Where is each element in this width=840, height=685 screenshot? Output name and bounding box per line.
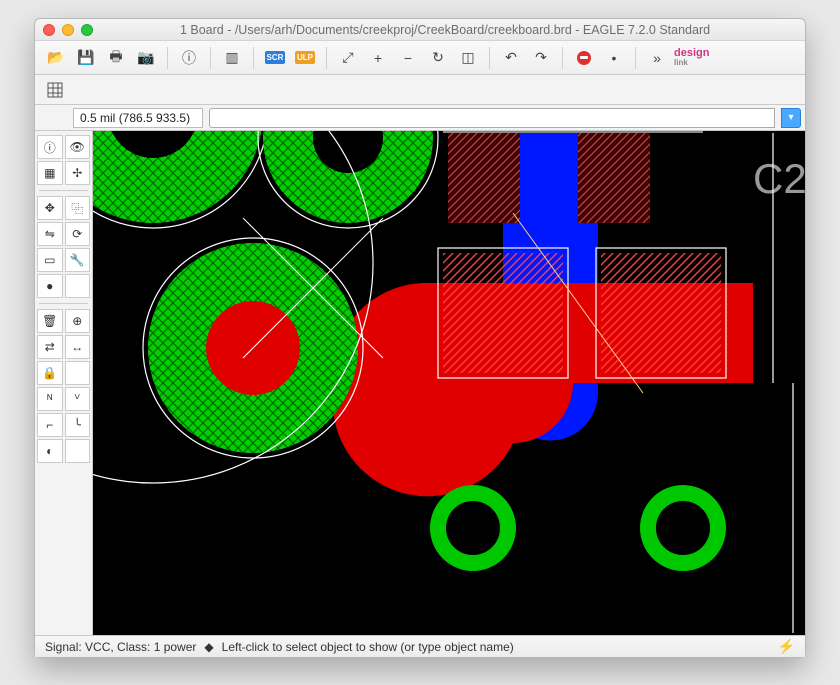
toolbar-separator [562, 47, 563, 69]
top-outline [443, 131, 703, 133]
tool-row: 🔒 [37, 361, 90, 385]
tool-row: ▭🔧 [37, 248, 90, 272]
smd-pad-right[interactable] [601, 253, 721, 373]
tool-separator [39, 303, 88, 304]
maximize-icon[interactable] [81, 24, 93, 36]
stop-icon[interactable] [571, 46, 597, 70]
toolbar-separator [326, 47, 327, 69]
toppad-left[interactable] [448, 131, 520, 223]
print-icon[interactable]: 🖶 [103, 46, 129, 70]
name-icon[interactable]: ᴺ [37, 387, 63, 411]
traffic-lights [43, 24, 93, 36]
cam-icon[interactable]: 📷 [133, 46, 159, 70]
tool-separator [39, 190, 88, 191]
value-icon[interactable]: ⱽ [65, 387, 91, 411]
via-bottom-right[interactable] [648, 493, 718, 563]
close-icon[interactable] [43, 24, 55, 36]
layer-display-icon[interactable]: ▦ [37, 161, 63, 185]
select-icon[interactable]: ⓘ [176, 46, 202, 70]
zoom-in-icon[interactable]: + [365, 46, 391, 70]
tool-row: ⓘ👁 [37, 135, 90, 159]
rotate-icon[interactable]: ⟳ [65, 222, 91, 246]
add-icon[interactable]: ⊕ [65, 309, 91, 333]
tool-row: ⇋⟳ [37, 222, 90, 246]
optimize-icon[interactable]: ◐ [37, 439, 63, 463]
grid-size: 0.5 mil [80, 111, 115, 125]
window-title: 1 Board - /Users/arh/Documents/creekproj… [93, 23, 797, 37]
drc-ok-icon[interactable]: ⚡ [778, 638, 795, 655]
toolbar-separator [167, 47, 168, 69]
cut-icon[interactable] [65, 274, 91, 298]
tool-row: ⌐╰ [37, 413, 90, 437]
status-signal: Signal: VCC, Class: 1 power [45, 640, 196, 654]
board-svg[interactable]: C2 [93, 131, 805, 635]
change-icon[interactable]: 🔧 [65, 248, 91, 272]
tool-row: ◐ [37, 439, 90, 463]
info-icon[interactable]: ⓘ [37, 135, 63, 159]
toolbar-separator [253, 47, 254, 69]
tool-row: ✥⿻ [37, 196, 90, 220]
zoom-fit-icon[interactable]: ⤢ [335, 46, 361, 70]
app-window: 1 Board - /Users/arh/Documents/creekproj… [34, 18, 806, 658]
smd-pad-left[interactable] [443, 253, 563, 373]
undo-icon[interactable]: ↶ [498, 46, 524, 70]
work-area: ⓘ👁▦✢✥⿻⇋⟳▭🔧●🗑⊕⇄↔🔒ᴺⱽ⌐╰◐ [35, 131, 805, 635]
command-dropdown-icon[interactable]: ▾ [781, 108, 801, 128]
pad-top-left[interactable] [93, 131, 268, 228]
ulp-icon[interactable]: ULP [292, 46, 318, 70]
toolbar-separator [210, 47, 211, 69]
go-icon[interactable]: • [601, 46, 627, 70]
copy-icon[interactable]: ⿻ [65, 196, 91, 220]
status-sep: ◆ [204, 640, 213, 654]
coordinates-display: 0.5 mil (786.5 933.5) [73, 108, 203, 128]
zoom-out-icon[interactable]: − [395, 46, 421, 70]
lock-icon[interactable]: 🔒 [37, 361, 63, 385]
mirror-icon[interactable]: ⇋ [37, 222, 63, 246]
board-canvas[interactable]: C2 [93, 131, 805, 635]
group-icon[interactable]: ▭ [37, 248, 63, 272]
pinswap-icon[interactable]: ⇄ [37, 335, 63, 359]
toppad-right[interactable] [578, 131, 650, 223]
toolbar-separator [489, 47, 490, 69]
titlebar: 1 Board - /Users/arh/Documents/creekproj… [35, 19, 805, 41]
show-icon[interactable]: 👁 [65, 135, 91, 159]
tool-palette: ⓘ👁▦✢✥⿻⇋⟳▭🔧●🗑⊕⇄↔🔒ᴺⱽ⌐╰◐ [35, 131, 93, 635]
toolbar-separator [635, 47, 636, 69]
replace-icon[interactable]: ↔ [65, 335, 91, 359]
paste-icon[interactable]: ● [37, 274, 63, 298]
minimize-icon[interactable] [62, 24, 74, 36]
coordinate-bar: 0.5 mil (786.5 933.5) ▾ [35, 105, 805, 131]
status-hint: Left-click to select object to show (or … [222, 640, 514, 654]
via-bottom-left[interactable] [438, 493, 508, 563]
split-icon[interactable]: ╰ [65, 413, 91, 437]
zoom-redraw-icon[interactable]: ↻ [425, 46, 451, 70]
tool-row: ● [37, 274, 90, 298]
grid-icon[interactable] [43, 79, 67, 101]
tool-row: ⇄↔ [37, 335, 90, 359]
meander-icon[interactable] [65, 439, 91, 463]
command-input[interactable] [209, 108, 775, 128]
delete-icon[interactable]: 🗑 [37, 309, 63, 333]
tool-row: 🗑⊕ [37, 309, 90, 333]
status-bar: Signal: VCC, Class: 1 power ◆ Left-click… [35, 635, 805, 657]
move-icon[interactable]: ✥ [37, 196, 63, 220]
mark-icon[interactable]: ✢ [65, 161, 91, 185]
overflow-icon[interactable]: » [644, 46, 670, 70]
save-icon[interactable]: 💾 [73, 46, 99, 70]
zoom-select-icon[interactable]: ◫ [455, 46, 481, 70]
open-icon[interactable]: 📂 [43, 46, 69, 70]
layers-icon[interactable]: ▥ [219, 46, 245, 70]
scr-icon[interactable]: SCR [262, 46, 288, 70]
tool-row: ▦✢ [37, 161, 90, 185]
smash-icon[interactable] [65, 361, 91, 385]
parameter-bar [35, 75, 805, 105]
pad-top-mid[interactable] [258, 131, 438, 228]
designlink-logo[interactable]: designlink [674, 48, 709, 67]
main-toolbar: 📂💾🖶📷 ⓘ ▥ SCRULP ⤢+−↻◫ ↶↷ • »designlink [35, 41, 805, 75]
redo-icon[interactable]: ↷ [528, 46, 554, 70]
cursor-position: (786.5 933.5) [119, 111, 190, 125]
miter-icon[interactable]: ⌐ [37, 413, 63, 437]
component-label: C2 [753, 155, 805, 202]
tool-row: ᴺⱽ [37, 387, 90, 411]
